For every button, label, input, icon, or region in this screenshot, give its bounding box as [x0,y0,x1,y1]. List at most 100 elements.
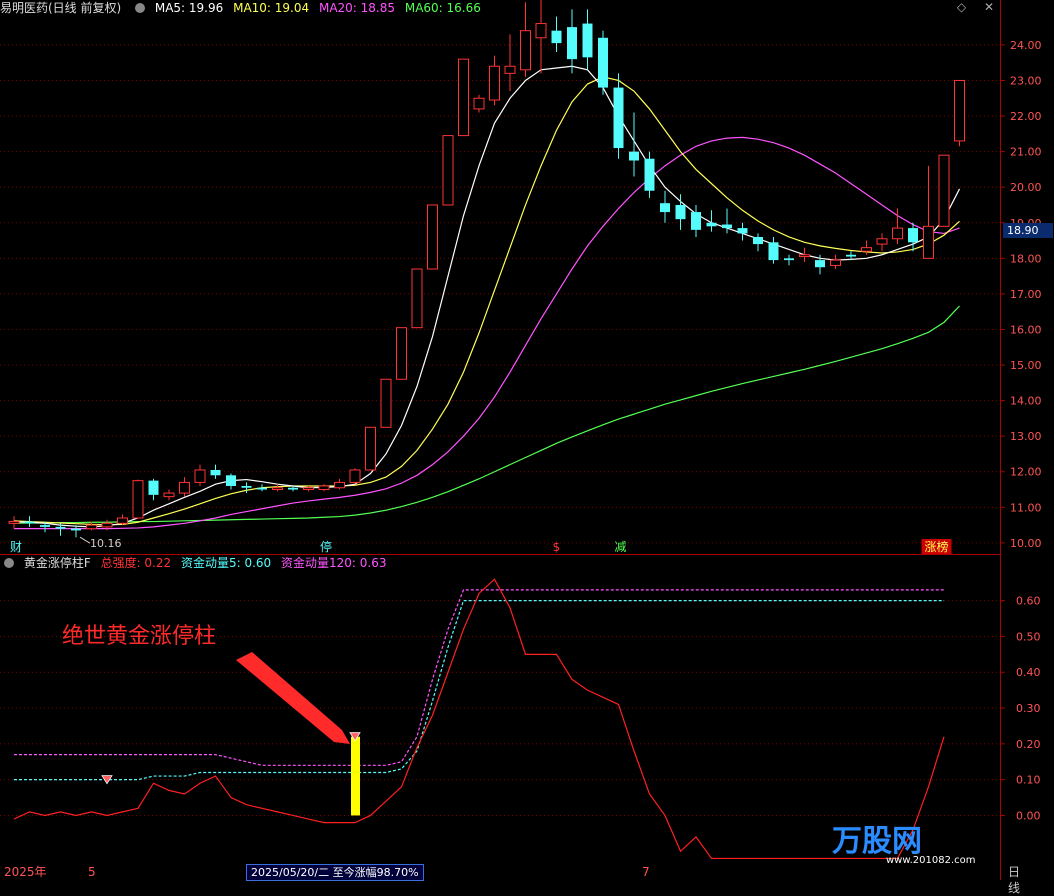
candle-body [55,526,66,529]
candle-body [830,259,841,266]
candle-body [489,65,500,101]
candle-body [241,485,252,488]
candle-body [644,158,655,191]
candle-body [257,487,267,490]
candle-body [706,222,717,227]
candle-body [71,528,81,531]
year-label: 2025年 [4,865,47,879]
candle-body [101,522,113,528]
indicator-tick-label: 0.30 [1016,702,1041,715]
price-tick-label: 14.00 [1010,395,1042,408]
candle-body [40,525,50,527]
indicator-tick-label: 0.40 [1016,666,1041,679]
candle-body [148,480,159,495]
low-pointer [79,536,91,544]
annotation-text: 绝世黄金涨停柱 [62,624,217,649]
candle-body [784,258,794,261]
candle-body [132,480,144,519]
golden-bar [351,736,360,816]
candle-body [598,37,608,88]
price-tick-label: 16.00 [1010,323,1042,336]
time-axis: 2025年 5 7 日线 [0,864,1020,895]
candle-body [582,23,593,58]
candle-body [923,225,934,259]
current-price-tag: 18.90 [1003,223,1053,238]
candle-body [861,247,872,252]
candle-body [380,378,392,428]
candle-body [938,154,950,227]
price-tick-label: 12.00 [1010,466,1042,479]
indicator-tick-label: 0.00 [1016,809,1041,822]
candle-body [427,204,438,270]
price-tick-label: 11.00 [1010,501,1042,514]
candle-body [365,426,376,471]
ma20-line [14,136,960,530]
chart-canvas: 24.0023.0022.0021.0020.0019.0018.0017.00… [0,0,1042,860]
candle-body [442,135,454,206]
candle-body [288,487,298,490]
candle-body [210,469,221,476]
event-marker: 减 [615,540,627,554]
date-info-box: 2025/05/20/二 至今涨幅98.70% [246,864,424,881]
candle-body [535,23,547,39]
candle-body [551,30,562,44]
candle-body [24,521,35,524]
event-marker: $ [553,540,561,554]
price-tick-label: 21.00 [1010,146,1042,159]
candle-body [629,151,639,161]
month-7-label: 7 [642,865,650,879]
candle-body [737,228,748,234]
price-tick-label: 13.00 [1010,430,1042,443]
candle-body [908,228,918,243]
candle-body [892,227,903,240]
ma5-line [13,65,961,528]
event-marker: 涨榜 [925,539,949,554]
candle-body [799,254,810,258]
candle-body [396,327,407,380]
candle-body [272,487,283,491]
candle-body [86,524,97,530]
candle-body [846,254,856,257]
candle-body [194,469,206,483]
price-tick-label: 18.00 [1010,252,1042,265]
price-tick-label: 23.00 [1010,74,1042,87]
candle-body [613,87,624,149]
candle-body [349,469,361,483]
candle-body [411,268,423,329]
price-tick-label: 10.00 [1010,537,1042,550]
candle-body [675,204,686,220]
candle-body [954,79,965,142]
price-tick-label: 22.00 [1010,110,1042,123]
candle-body [458,58,469,137]
low-label: 10.16 [90,537,122,550]
flow120-line [14,589,944,766]
candle-body [163,492,175,498]
candle-body [567,27,577,60]
price-tick-label: 20.00 [1010,181,1042,194]
indicator-tick-label: 0.50 [1016,630,1041,643]
watermark-logo: 万股网 [832,824,922,859]
indicator-tick-label: 0.20 [1016,738,1041,751]
period-label[interactable]: 日线 [1008,864,1020,896]
price-tick-label: 17.00 [1010,288,1042,301]
indicator-tick-label: 0.10 [1016,774,1041,787]
candle-body [722,224,732,229]
candle-body [876,238,888,245]
arrow-icon [236,652,350,744]
candle-body [660,203,670,213]
event-marker: 财 [10,540,22,554]
month-5-label: 5 [88,865,96,879]
candle-body [303,487,314,491]
candle-body [753,236,763,245]
event-marker: 停 [320,539,332,554]
candle-body [318,485,330,491]
candle-body [768,242,779,261]
candle-body [334,481,345,489]
candle-body [473,97,485,110]
candle-body [179,481,190,494]
candle-body [815,260,825,268]
indicator-tick-label: 0.60 [1016,595,1041,608]
candle-body [226,475,236,486]
candle-body [117,517,128,524]
price-tick-label: 24.00 [1010,39,1042,52]
